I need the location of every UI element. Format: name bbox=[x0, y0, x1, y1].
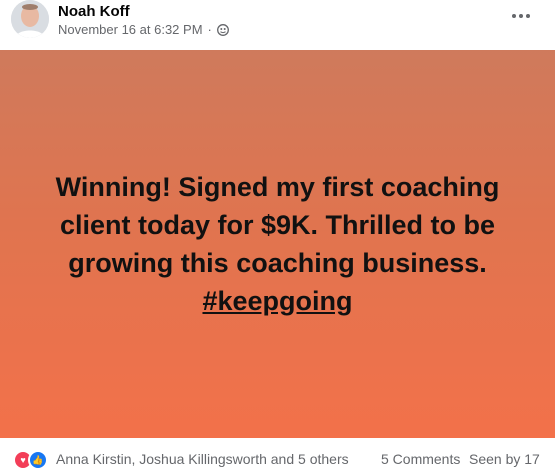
post-timestamp[interactable]: November 16 at 6:32 PM bbox=[58, 22, 203, 37]
more-dot-icon bbox=[519, 14, 523, 18]
post-text: Winning! Signed my first coaching client… bbox=[38, 168, 518, 320]
more-options-button[interactable] bbox=[509, 6, 533, 26]
reactors-list[interactable]: Anna Kirstin, Joshua Killingsworth and 5… bbox=[56, 451, 349, 467]
like-icon: 👍 bbox=[28, 450, 48, 470]
comments-count[interactable]: 5 Comments bbox=[381, 451, 460, 467]
profile-photo-icon bbox=[11, 0, 49, 38]
group-icon bbox=[216, 23, 229, 36]
post-meta: November 16 at 6:32 PM · bbox=[58, 22, 229, 37]
hashtag-link[interactable]: #keepgoing bbox=[38, 282, 518, 320]
avatar[interactable] bbox=[11, 0, 49, 38]
post-text-line: growing this coaching business. bbox=[68, 248, 487, 278]
more-dot-icon bbox=[526, 14, 530, 18]
reaction-icons[interactable]: ♥ 👍 bbox=[13, 450, 48, 470]
meta-separator: · bbox=[207, 22, 212, 37]
post-background-card: Winning! Signed my first coaching client… bbox=[0, 50, 555, 438]
seen-by-count[interactable]: Seen by 17 bbox=[469, 451, 540, 467]
post-text-line: client today for $9K. Thrilled to be bbox=[59, 210, 496, 240]
reactions-bar: ♥ 👍 Anna Kirstin, Joshua Killingsworth a… bbox=[0, 438, 555, 470]
more-dot-icon bbox=[512, 14, 516, 18]
post-header: Noah Koff November 16 at 6:32 PM · bbox=[0, 0, 555, 50]
author-name[interactable]: Noah Koff bbox=[58, 3, 130, 20]
post-text-line: Winning! Signed my first coaching bbox=[55, 172, 500, 202]
